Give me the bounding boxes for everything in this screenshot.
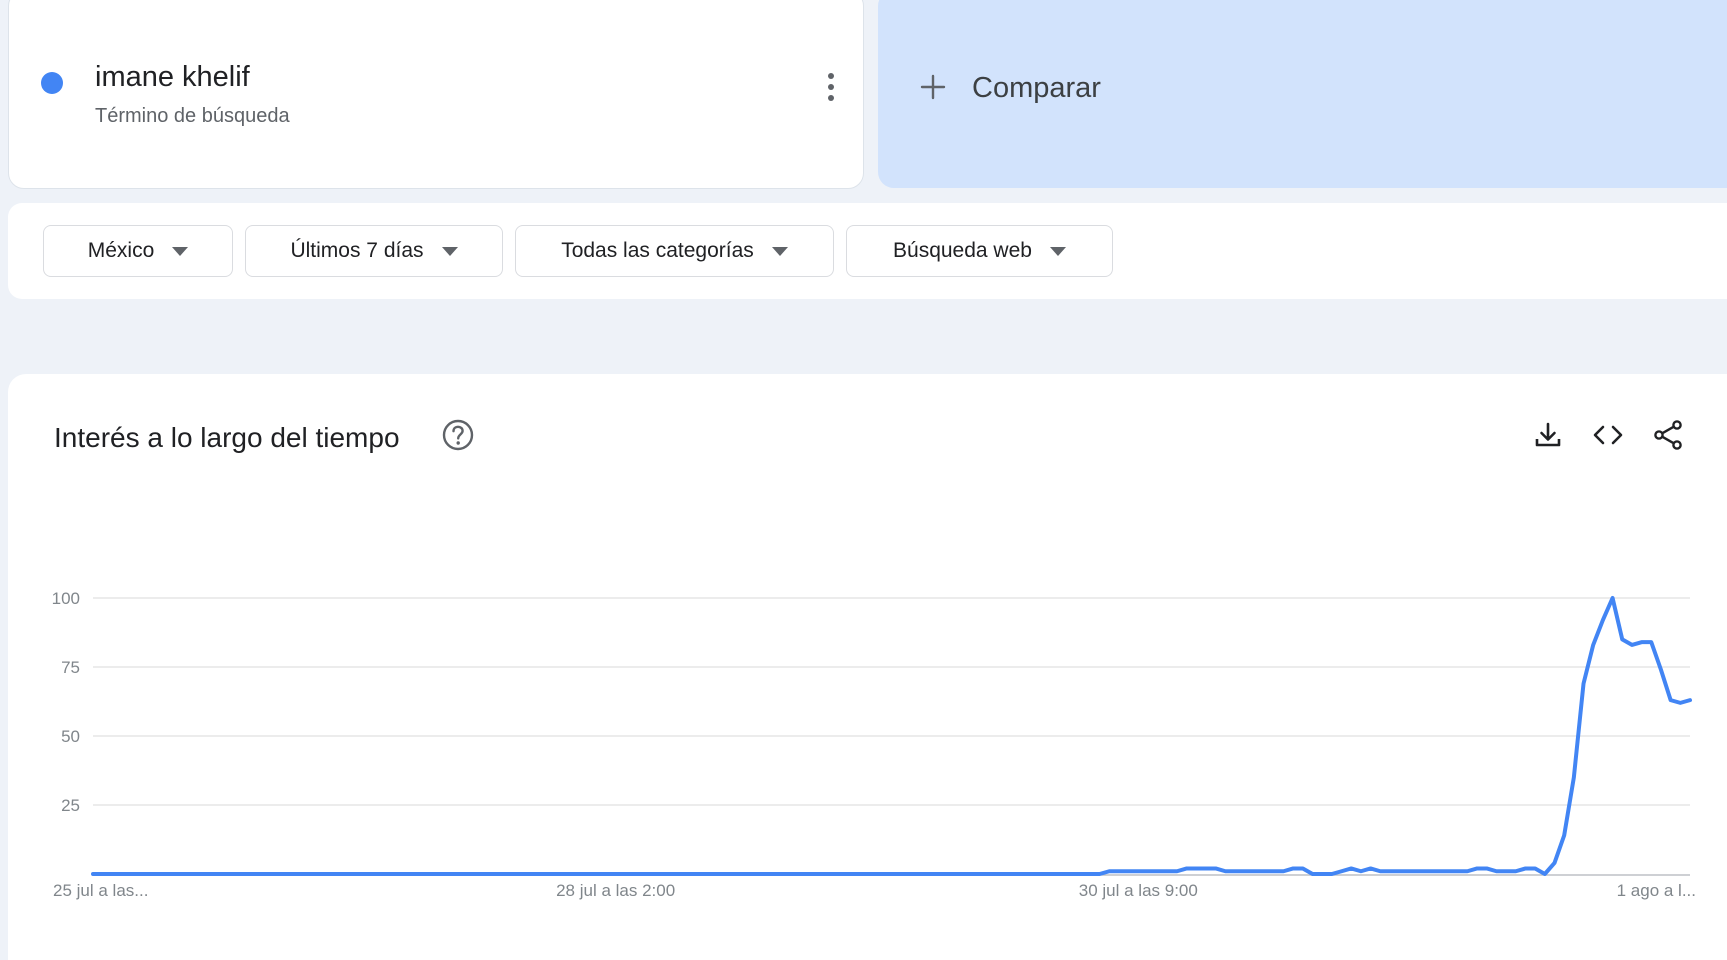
region-filter-label: México bbox=[87, 239, 155, 262]
x-tick-label: 25 jul a las... bbox=[53, 881, 148, 900]
compare-label: Comparar bbox=[972, 72, 1101, 104]
y-tick-label: 75 bbox=[61, 658, 80, 677]
dropdown-caret-icon bbox=[441, 246, 458, 256]
dropdown-caret-icon bbox=[172, 246, 189, 256]
filter-bar: México Últimos 7 días Todas las categorí… bbox=[8, 203, 1727, 299]
compare-button[interactable]: Comparar bbox=[878, 0, 1727, 188]
dropdown-caret-icon bbox=[771, 246, 788, 256]
category-filter[interactable]: Todas las categorías bbox=[515, 225, 834, 277]
region-filter[interactable]: México bbox=[43, 225, 233, 277]
trends-page: imane khelif Término de búsqueda Compara… bbox=[0, 0, 1727, 960]
term-color-dot bbox=[41, 72, 63, 94]
dropdown-caret-icon bbox=[1049, 246, 1066, 256]
y-tick-label: 50 bbox=[61, 727, 80, 746]
interest-over-time-card: Interés a lo largo del tiempo 25 50 75 100 2… bbox=[8, 374, 1727, 960]
search-type-filter-label: Búsqueda web bbox=[893, 239, 1032, 262]
x-tick-label: 30 jul a las 9:00 bbox=[1079, 881, 1198, 900]
x-tick-label: 28 jul a las 2:00 bbox=[556, 881, 675, 900]
y-tick-label: 100 bbox=[52, 589, 80, 608]
interest-line-chart: 25 50 75 100 25 jul a las... 28 jul a las 2:0… bbox=[52, 589, 1696, 900]
category-filter-label: Todas las categorías bbox=[561, 239, 754, 262]
search-type-filter[interactable]: Búsqueda web bbox=[846, 225, 1113, 277]
search-term-card[interactable]: imane khelif Término de búsqueda bbox=[8, 0, 864, 189]
time-filter[interactable]: Últimos 7 días bbox=[245, 225, 503, 277]
x-tick-label: 1 ago a l... bbox=[1617, 881, 1696, 900]
term-name[interactable]: imane khelif bbox=[95, 61, 250, 94]
more-vert-icon[interactable] bbox=[815, 69, 847, 105]
time-filter-label: Últimos 7 días bbox=[290, 239, 424, 262]
plus-icon bbox=[920, 74, 946, 100]
y-tick-label: 25 bbox=[61, 796, 80, 815]
term-subtitle: Término de búsqueda bbox=[95, 105, 290, 127]
